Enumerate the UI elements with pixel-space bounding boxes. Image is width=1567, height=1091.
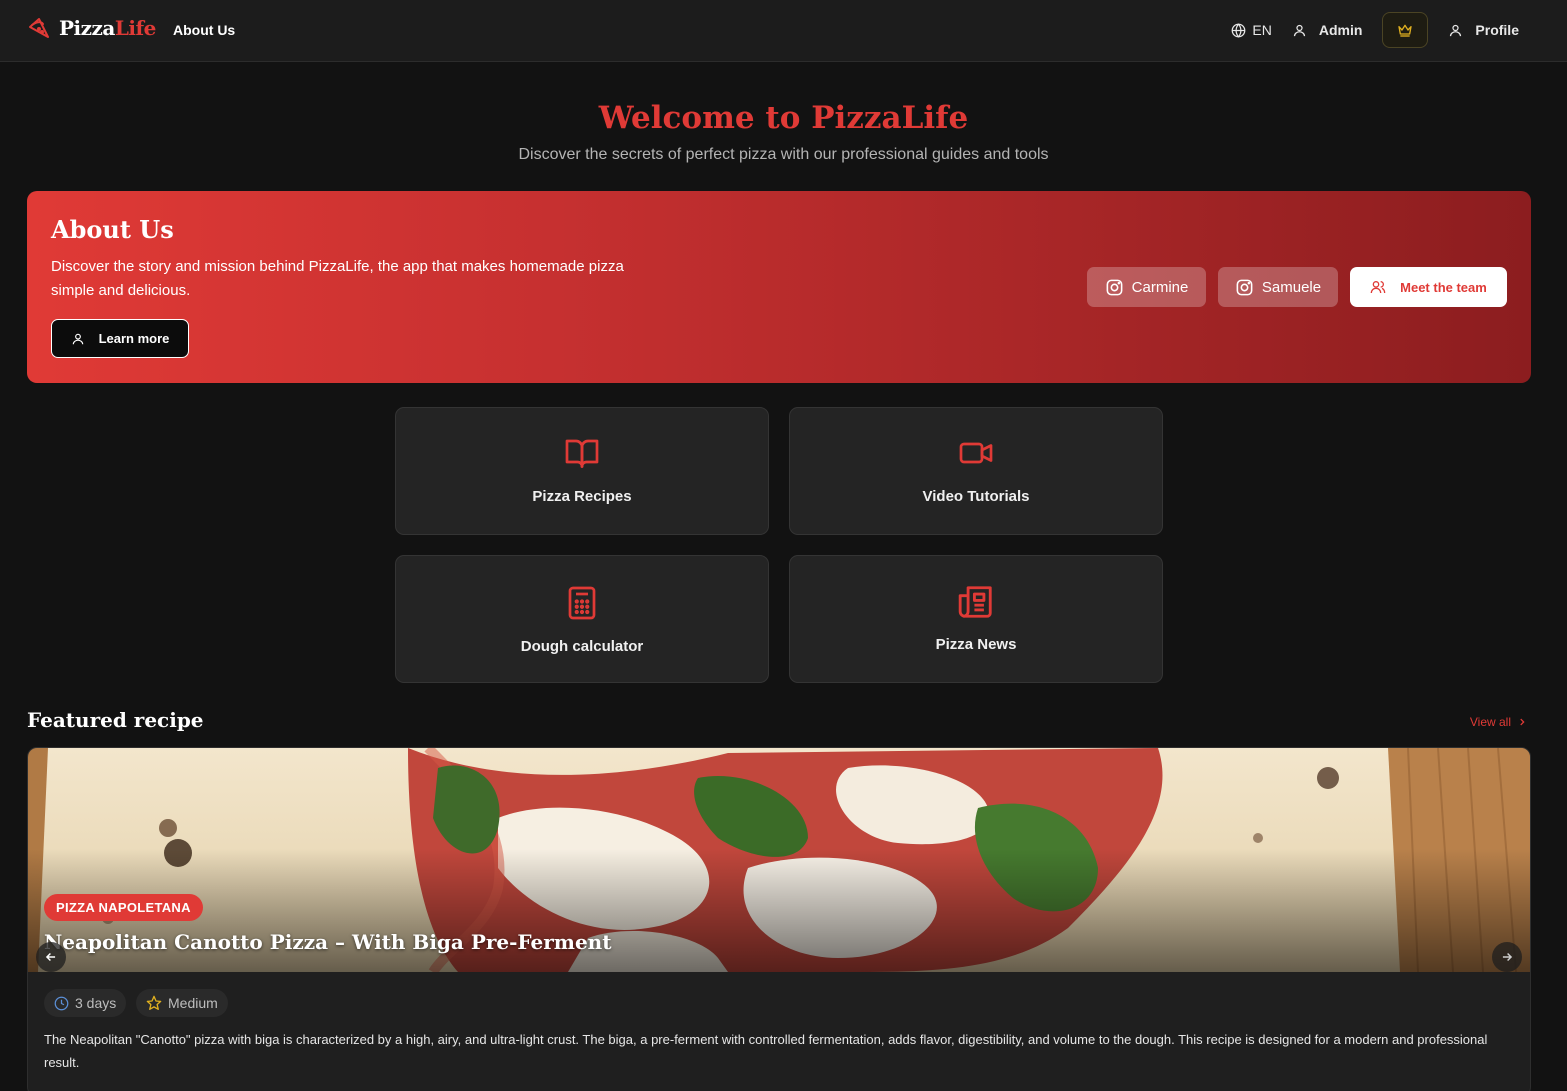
logo-text-life: Life [114,16,157,40]
instagram-icon [1236,279,1253,295]
card-label: Pizza News [935,636,1017,653]
learn-more-label: Learn more [98,331,170,346]
profile-label: Profile [1475,22,1519,38]
hero-subtitle: Discover the secrets of perfect pizza wi… [518,146,1049,163]
difficulty-label: Medium [168,995,218,1011]
pizza-slice-icon [29,18,49,38]
crown-icon [1398,24,1413,37]
card-label: Video Tutorials [922,488,1030,505]
recipe-title[interactable]: Neapolitan Canotto Pizza – With Biga Pre… [44,930,611,954]
carmine-label: Carmine [1131,278,1189,296]
recipe-description: The Neapolitan "Canotto" pizza with biga… [44,1032,1488,1070]
card-video-tutorials[interactable]: Video Tutorials [789,407,1163,535]
card-dough-calculator[interactable]: Dough calculator [395,555,769,683]
globe-icon [1232,22,1246,38]
hero-title: Welcome to PizzaLife [598,100,969,136]
user-icon [1450,24,1462,36]
book-open-icon [565,439,599,468]
logo-text: PizzaLife [59,16,156,40]
arrow-right-icon [1502,952,1513,962]
nav-link-about-us[interactable]: About Us [173,22,235,38]
newspaper-icon [958,586,992,618]
category-badge[interactable]: PIZZA NAPOLETANA [44,894,203,921]
learn-more-button[interactable]: Learn more [51,319,189,358]
user-icon [72,333,83,344]
nav-right-group: EN Admin Profile [1231,12,1519,48]
chevron-right-icon [1520,718,1525,726]
time-chip: 3 days [44,989,127,1017]
users-icon [1370,281,1386,294]
instagram-samuele-button[interactable]: Samuele [1218,267,1338,307]
carousel-prev-button[interactable] [36,942,66,972]
featured-section-title: Featured recipe [27,708,204,732]
language-label: EN [1252,22,1272,38]
top-navbar: PizzaLife About Us EN Admin Profile [0,0,1567,62]
video-icon [959,442,993,464]
about-us-banner: About Us Discover the story and mission … [27,191,1531,383]
samuele-label: Samuele [1261,278,1322,296]
admin-link[interactable]: Admin [1292,22,1363,38]
about-description: Discover the story and mission behind Pi… [51,258,624,299]
admin-label: Admin [1318,22,1363,38]
card-pizza-news[interactable]: Pizza News [789,555,1163,683]
carousel-next-button[interactable] [1492,942,1522,972]
arrow-left-icon [45,952,56,962]
logo-text-pizza: Pizza [59,16,115,40]
meet-team-label: Meet the team [1400,279,1487,295]
instagram-icon [1106,279,1123,295]
time-label: 3 days [75,995,117,1011]
view-all-link[interactable]: View all [1470,715,1527,729]
meet-the-team-button[interactable]: Meet the team [1350,267,1507,307]
card-label: Pizza Recipes [532,488,632,505]
star-icon [146,995,162,1010]
premium-button[interactable] [1382,12,1429,48]
card-pizza-recipes[interactable]: Pizza Recipes [395,407,769,535]
difficulty-chip: Medium [136,989,228,1017]
view-all-label: View all [1469,715,1511,729]
instagram-carmine-button[interactable]: Carmine [1087,267,1206,307]
clock-icon [54,996,69,1010]
user-icon [1293,24,1305,36]
card-label: Dough calculator [520,638,644,655]
profile-link[interactable]: Profile [1448,22,1519,38]
logo[interactable]: PizzaLife [27,16,156,40]
language-selector[interactable]: EN [1231,22,1272,38]
calculator-icon [568,586,596,620]
about-title: About Us [51,215,174,244]
featured-recipe-card[interactable]: PIZZA NAPOLETANA Neapolitan Canotto Pizz… [27,747,1531,1091]
